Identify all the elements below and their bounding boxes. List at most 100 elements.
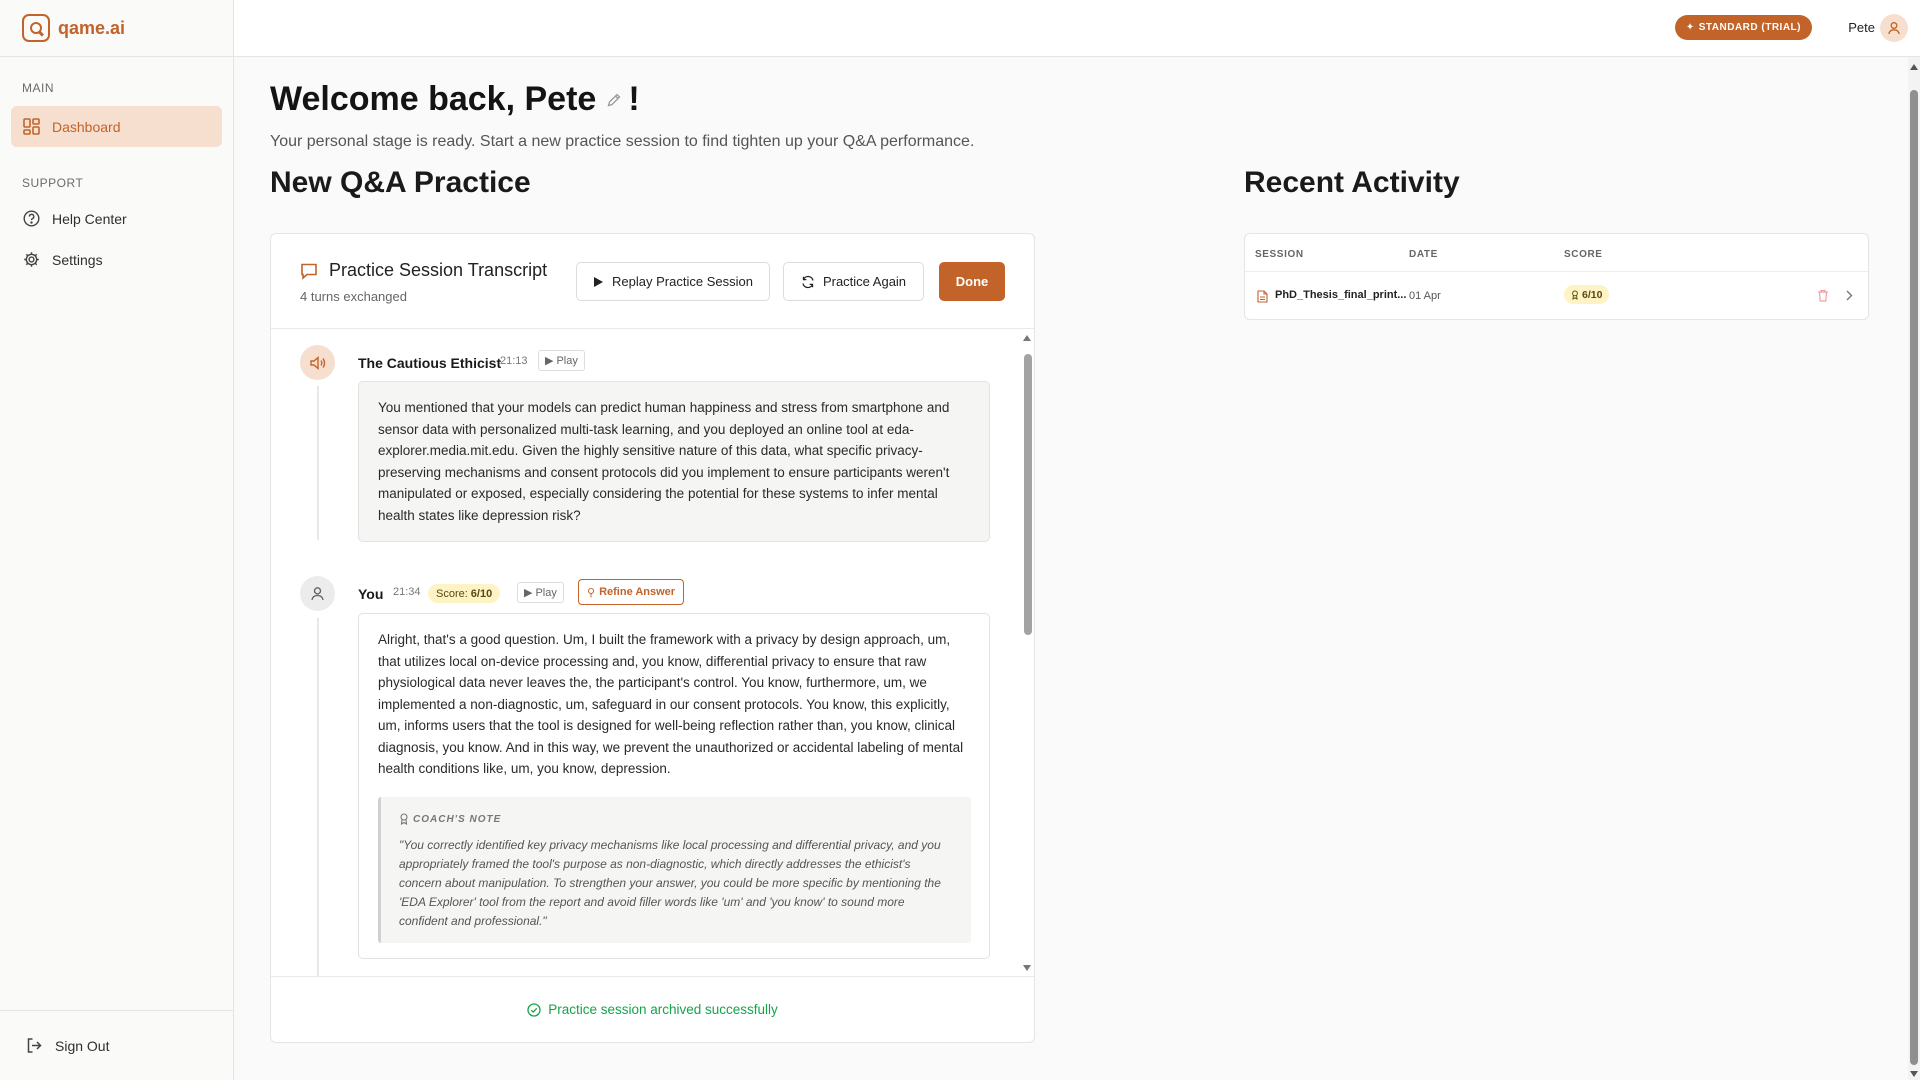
welcome-suffix: ! — [628, 80, 640, 118]
activity-table: SESSION DATE SCORE PhD_Thesis_final_prin… — [1244, 233, 1869, 320]
plan-badge-label: STANDARD (TRIAL) — [1698, 22, 1801, 33]
practice-again-label: Practice Again — [822, 274, 907, 289]
speaker-name: You — [358, 586, 384, 602]
nav-section-support: SUPPORT — [22, 176, 84, 190]
column-header-score: SCORE — [1564, 249, 1603, 260]
play-icon: ▶ — [545, 355, 554, 367]
sidebar-item-help-center[interactable]: Help Center — [11, 198, 222, 239]
answer-bubble: Alright, that's a good question. Um, I b… — [358, 613, 990, 959]
practice-card-header: Practice Session Transcript 4 turns exch… — [271, 234, 1034, 329]
transcript-scrollbar[interactable] — [1021, 330, 1034, 976]
turn-connector — [317, 386, 319, 540]
help-icon — [22, 210, 40, 228]
coach-note-text: "You correctly identified key privacy me… — [399, 838, 941, 928]
transcript-title-text: Practice Session Transcript — [329, 260, 548, 280]
award-icon — [400, 813, 408, 826]
page-scroll-thumb[interactable] — [1910, 90, 1918, 1065]
chat-icon — [301, 263, 317, 280]
sparkle-icon: ✦ — [1685, 22, 1695, 33]
dashboard-icon — [22, 118, 40, 136]
sign-out-button[interactable]: Sign Out — [0, 1010, 233, 1080]
sidebar-item-label: Settings — [52, 251, 103, 268]
plan-badge[interactable]: ✦ STANDARD (TRIAL) — [1674, 15, 1812, 40]
user-name: Pete — [1848, 20, 1875, 35]
practice-card: Practice Session Transcript 4 turns exch… — [270, 233, 1035, 1043]
speaker-icon — [309, 355, 325, 370]
trash-icon[interactable] — [1817, 289, 1829, 302]
turn-time: 21:34 — [393, 586, 421, 598]
turns-count: 4 turns exchanged — [300, 289, 407, 304]
check-circle-icon — [527, 1002, 541, 1017]
sidebar-item-settings[interactable]: Settings — [11, 239, 222, 280]
welcome-prefix: Welcome back, — [270, 80, 525, 118]
column-header-date: DATE — [1409, 249, 1438, 260]
logo-text: qame.ai — [58, 17, 126, 38]
activity-table-header: SESSION DATE SCORE — [1245, 234, 1868, 272]
answer-text: Alright, that's a good question. Um, I b… — [378, 632, 964, 776]
gear-icon — [22, 251, 40, 269]
coach-note: COACH'S NOTE "You correctly identified k… — [378, 796, 971, 943]
sign-out-icon — [25, 1037, 43, 1055]
welcome-name: Pete — [524, 80, 597, 118]
practice-section-title: New Q&A Practice — [270, 166, 531, 199]
question-bubble: You mentioned that your models can predi… — [358, 381, 990, 542]
status-text: Practice session archived successfully — [548, 1002, 778, 1017]
replay-session-label: Replay Practice Session — [612, 274, 753, 289]
speaker-name: The Cautious Ethicist — [358, 355, 502, 371]
play-icon — [594, 276, 604, 287]
sidebar-item-dashboard[interactable]: Dashboard — [11, 106, 222, 147]
table-row[interactable]: PhD_Thesis_final_print... 01 Apr 6/10 — [1245, 272, 1868, 320]
refine-answer-button[interactable]: ⚲ Refine Answer — [578, 579, 685, 605]
sign-out-label: Sign Out — [55, 1037, 110, 1054]
page-title: Welcome back, Pete ! — [270, 80, 1870, 119]
nav-section-main: MAIN — [22, 81, 54, 95]
column-header-session: SESSION — [1255, 249, 1304, 260]
scroll-thumb[interactable] — [1024, 354, 1032, 635]
score-value: 6/10 — [470, 587, 493, 600]
score-label: Score: — [436, 587, 468, 600]
practice-again-button[interactable]: Practice Again — [783, 262, 924, 301]
page-scroll-down-arrow[interactable] — [1910, 1071, 1918, 1077]
sidebar-item-label: Help Center — [52, 210, 127, 227]
page-scrollbar[interactable] — [1908, 57, 1920, 1080]
status-message: Practice session archived successfully — [271, 976, 1034, 1042]
transcript-list[interactable]: The Cautious Ethicist 21:13 ▶ Play You m… — [271, 330, 1023, 976]
play-label: Play — [556, 354, 578, 367]
welcome-subtitle: Your personal stage is ready. Start a ne… — [270, 133, 975, 150]
done-button[interactable]: Done — [939, 262, 1005, 301]
scroll-down-arrow[interactable] — [1023, 965, 1031, 971]
transcript-title: Practice Session Transcript — [299, 260, 547, 281]
play-audio-button[interactable]: ▶ Play — [538, 350, 585, 371]
replay-session-button[interactable]: Replay Practice Session — [576, 262, 770, 301]
turn-connector — [317, 618, 319, 976]
welcome-section: Welcome back, Pete ! Your personal stage… — [270, 80, 1870, 200]
play-audio-button[interactable]: ▶ Play — [517, 582, 564, 603]
sidebar-item-label: Dashboard — [52, 118, 121, 135]
scroll-up-arrow[interactable] — [1023, 335, 1031, 341]
chevron-right-icon[interactable] — [1846, 290, 1853, 301]
session-date: 01 Apr — [1409, 290, 1441, 302]
refresh-icon — [802, 275, 814, 288]
logo[interactable]: qame.ai — [0, 0, 233, 57]
session-name: PhD_Thesis_final_print... — [1275, 289, 1407, 301]
sidebar: qame.ai MAIN Dashboard SUPPORT Help Cent… — [0, 0, 234, 1080]
page-scroll-up-arrow[interactable] — [1910, 64, 1918, 70]
score-badge: Score: 6/10 — [428, 584, 501, 603]
user-icon — [311, 587, 324, 601]
logo-icon — [22, 14, 50, 42]
user-icon — [1888, 22, 1900, 35]
document-icon — [1257, 290, 1268, 303]
user-avatar[interactable] — [1880, 14, 1908, 42]
top-bar: ✦ STANDARD (TRIAL) Pete — [234, 0, 1920, 57]
play-icon: ▶ — [524, 587, 533, 599]
refine-answer-label: Refine Answer — [599, 586, 676, 598]
turn-time: 21:13 — [500, 355, 528, 367]
play-label: Play — [535, 586, 557, 599]
award-icon — [1572, 290, 1578, 300]
edit-name-icon[interactable] — [606, 92, 622, 108]
activity-title: Recent Activity — [1244, 166, 1460, 199]
magic-wand-icon: ⚲ — [587, 586, 596, 599]
speaker-avatar — [300, 345, 335, 380]
user-turn-avatar — [300, 576, 335, 611]
score-badge: 6/10 — [1564, 285, 1610, 304]
